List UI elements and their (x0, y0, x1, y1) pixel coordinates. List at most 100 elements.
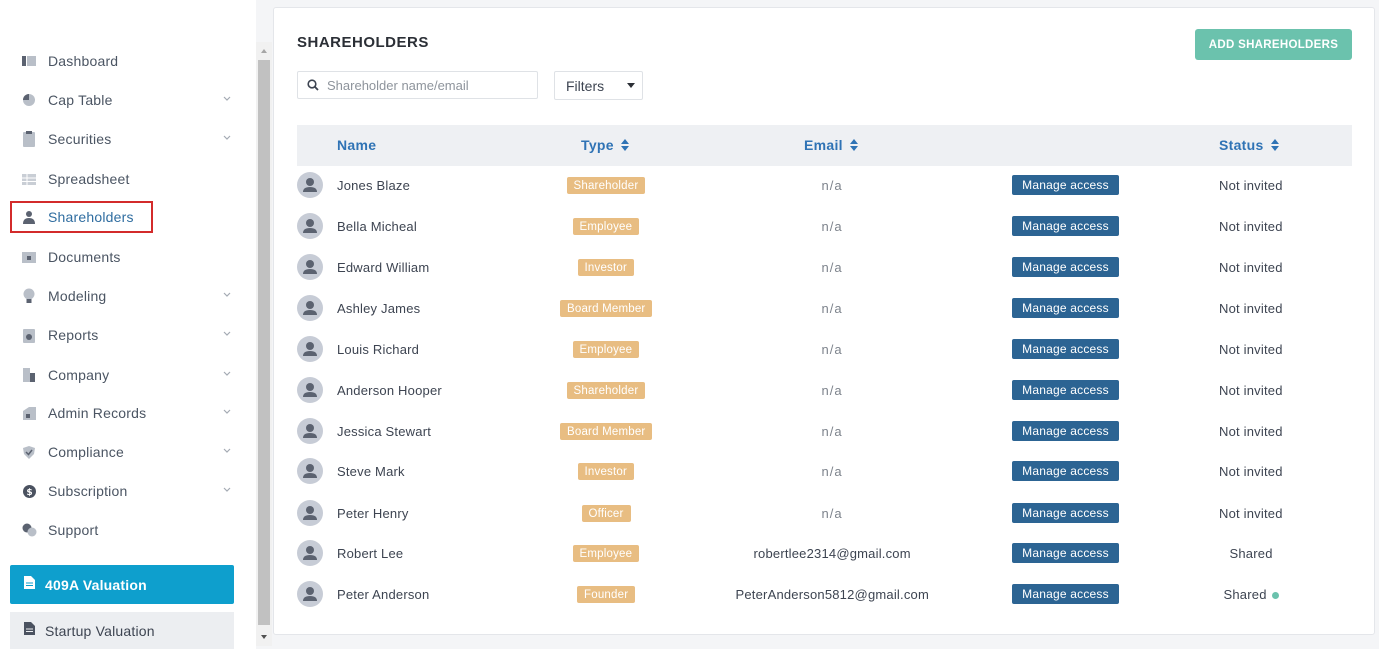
sidebar-item-label: Documents (48, 249, 121, 265)
records-icon (20, 404, 38, 422)
add-shareholders-button[interactable]: ADD SHAREHOLDERS (1195, 29, 1352, 60)
sidebar-item-support[interactable]: Support (10, 513, 242, 547)
sidebar-item-subscription[interactable]: $ Subscription (10, 474, 242, 508)
shareholder-email: robertlee2314@gmail.com (753, 546, 911, 561)
chevron-down-icon (223, 292, 231, 297)
shareholder-email: n/a (821, 260, 843, 275)
manage-access-button[interactable]: Manage access (1012, 298, 1119, 318)
sidebar-item-spreadsheet[interactable]: Spreadsheet (10, 162, 242, 196)
status-text: Shared (1224, 587, 1279, 602)
filters-label: Filters (566, 77, 605, 94)
lightbulb-icon (20, 287, 38, 305)
shareholder-name[interactable]: Edward William (337, 260, 429, 275)
search-box[interactable] (297, 71, 538, 99)
sort-icon[interactable] (849, 139, 858, 151)
table-row: Peter Henry Officer n/a Manage access Not in… (297, 493, 1352, 534)
sidebar-item-label: Spreadsheet (48, 171, 130, 187)
search-icon (307, 79, 319, 91)
manage-access-button[interactable]: Manage access (1012, 380, 1119, 400)
type-badge: Shareholder (566, 177, 646, 194)
page-title: SHAREHOLDERS (297, 34, 429, 51)
sort-icon[interactable] (1270, 139, 1279, 151)
column-header-type[interactable]: Type (581, 137, 629, 153)
sidebar-item-securities[interactable]: Securities (10, 122, 242, 156)
409a-valuation-button[interactable]: 409A Valuation (10, 565, 234, 604)
sidebar-item-label: Support (48, 522, 99, 538)
sidebar-scrollbar[interactable] (256, 42, 272, 646)
column-header-name[interactable]: Name (337, 137, 376, 153)
filters-dropdown[interactable]: Filters (554, 71, 643, 100)
sidebar-item-modeling[interactable]: Modeling (10, 279, 242, 313)
shareholder-name[interactable]: Peter Anderson (337, 587, 429, 602)
shareholder-name[interactable]: Jones Blaze (337, 178, 410, 193)
table-row: Edward William Investor n/a Manage access No… (297, 247, 1352, 288)
status-label: Not invited (1219, 178, 1283, 193)
avatar (297, 500, 323, 526)
scrollbar-thumb[interactable] (258, 60, 270, 625)
sidebar-item-reports[interactable]: Reports (10, 318, 242, 352)
status-label: Not invited (1219, 464, 1283, 479)
status-text: Not invited (1219, 219, 1283, 234)
folder-icon (20, 248, 38, 266)
scroll-up-arrow-icon[interactable] (259, 46, 269, 56)
sidebar-item-label: Company (48, 367, 110, 383)
shareholder-name[interactable]: Jessica Stewart (337, 424, 431, 439)
avatar (297, 418, 323, 444)
support-icon (20, 521, 38, 539)
document-icon (24, 575, 35, 594)
avatar (297, 540, 323, 566)
shareholder-name[interactable]: Steve Mark (337, 464, 405, 479)
startup-valuation-button[interactable]: Startup Valuation (10, 612, 234, 649)
column-header-label: Type (581, 137, 614, 153)
chevron-down-icon (223, 135, 231, 140)
user-icon (20, 208, 38, 226)
startup-valuation-label: Startup Valuation (45, 622, 155, 639)
user-avatar-icon (303, 424, 317, 438)
shareholder-name[interactable]: Peter Henry (337, 506, 409, 521)
search-input[interactable] (327, 77, 527, 93)
sidebar-item-cap-table[interactable]: Cap Table (10, 83, 242, 117)
column-header-status[interactable]: Status (1219, 137, 1279, 153)
table-row: Robert Lee Employee robertlee2314@gmail.co… (297, 533, 1352, 574)
sidebar-item-label: Cap Table (48, 92, 113, 108)
manage-access-button[interactable]: Manage access (1012, 543, 1119, 563)
manage-access-button[interactable]: Manage access (1012, 461, 1119, 481)
manage-access-button[interactable]: Manage access (1012, 216, 1119, 236)
sidebar-item-label: Dashboard (48, 53, 119, 69)
status-text: Not invited (1219, 301, 1283, 316)
manage-access-button[interactable]: Manage access (1012, 257, 1119, 277)
status-label: Not invited (1219, 260, 1283, 275)
avatar (297, 458, 323, 484)
sidebar-item-dashboard[interactable]: Dashboard (10, 44, 242, 78)
chevron-down-icon (223, 371, 231, 376)
manage-access-button[interactable]: Manage access (1012, 503, 1119, 523)
sidebar-item-compliance[interactable]: Compliance (10, 435, 242, 469)
caret-down-icon (627, 83, 635, 88)
manage-access-button[interactable]: Manage access (1012, 584, 1119, 604)
type-badge: Investor (577, 463, 635, 480)
status-label: Not invited (1219, 383, 1283, 398)
shareholder-name[interactable]: Robert Lee (337, 546, 403, 561)
sidebar-item-admin-records[interactable]: Admin Records (10, 396, 242, 430)
avatar (297, 295, 323, 321)
document-icon (24, 621, 35, 640)
scroll-down-arrow-icon[interactable] (259, 632, 269, 642)
shareholder-name[interactable]: Bella Micheal (337, 219, 417, 234)
manage-access-button[interactable]: Manage access (1012, 175, 1119, 195)
column-header-email[interactable]: Email (804, 137, 858, 153)
shareholder-name[interactable]: Anderson Hooper (337, 383, 442, 398)
chevron-down-icon (223, 409, 231, 414)
sort-icon[interactable] (620, 139, 629, 151)
manage-access-button[interactable]: Manage access (1012, 421, 1119, 441)
status-dot-icon (1271, 592, 1279, 600)
sidebar-item-company[interactable]: Company (10, 358, 242, 392)
status-text: Not invited (1219, 424, 1283, 439)
sidebar-item-documents[interactable]: Documents (10, 240, 242, 274)
user-avatar-icon (303, 546, 317, 560)
shareholder-name[interactable]: Ashley James (337, 301, 420, 316)
sidebar-item-shareholders[interactable]: Shareholders (10, 201, 153, 233)
sidebar-item-label: Compliance (48, 444, 124, 460)
shareholder-email: n/a (821, 383, 843, 398)
shareholder-name[interactable]: Louis Richard (337, 342, 419, 357)
manage-access-button[interactable]: Manage access (1012, 339, 1119, 359)
